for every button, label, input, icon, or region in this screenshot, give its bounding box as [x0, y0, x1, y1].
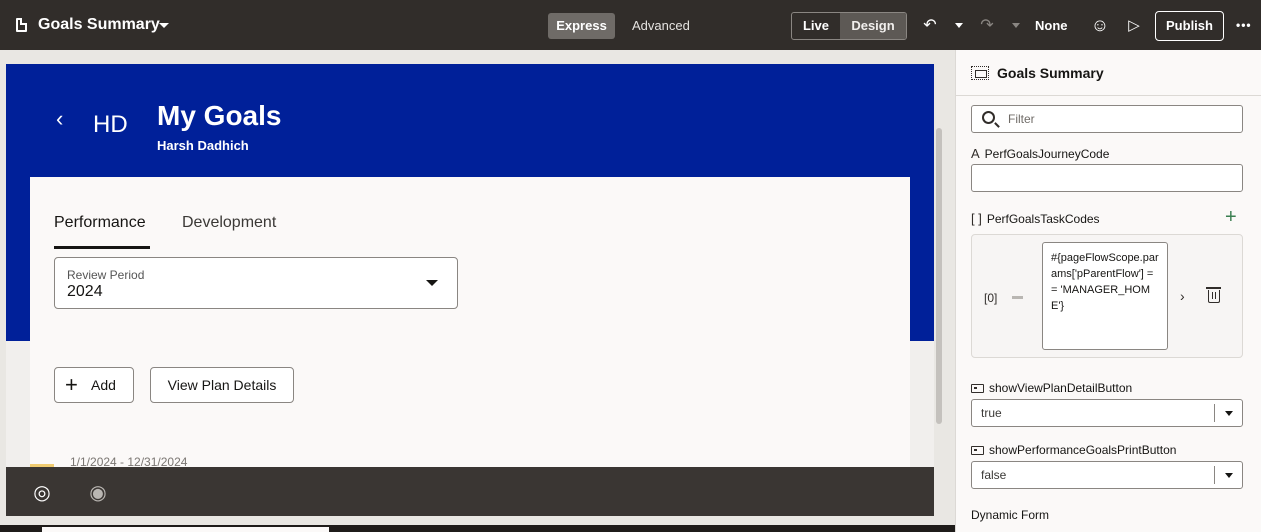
- tab-performance[interactable]: Performance: [54, 214, 146, 232]
- mode-express-button[interactable]: Express: [548, 13, 615, 39]
- mode-advanced-button[interactable]: Advanced: [632, 13, 690, 39]
- undo-menu-icon[interactable]: [955, 23, 963, 28]
- print-prop-label: showPerformanceGoalsPrintButton: [971, 443, 1176, 457]
- title-dropdown-icon[interactable]: [159, 23, 169, 28]
- bottom-toolbar: ◎ ◉: [6, 467, 934, 516]
- scrollbar-thumb[interactable]: [936, 128, 942, 424]
- review-period-value: 2024: [67, 283, 103, 300]
- view-plan-prop-label: showViewPlanDetailButton: [971, 381, 1132, 395]
- more-menu-icon[interactable]: •••: [1236, 18, 1252, 32]
- active-tab-indicator: [54, 246, 150, 249]
- view-mode-toggle: Live Design: [791, 12, 907, 40]
- view-plan-prop-text: showViewPlanDetailButton: [989, 381, 1133, 395]
- array-type-icon: [ ]: [971, 211, 982, 226]
- canvas-scrollbar[interactable]: [934, 64, 944, 516]
- text-type-icon: A: [971, 146, 980, 161]
- avatar: HD: [93, 111, 128, 138]
- journey-code-label-text: PerfGoalsJourneyCode: [984, 146, 1110, 161]
- plus-icon: +: [65, 372, 78, 397]
- expression-value[interactable]: #{pageFlowScope.params['pParentFlow'] ==…: [1042, 242, 1168, 350]
- array-index: [0]: [984, 291, 998, 305]
- print-prop-text: showPerformanceGoalsPrintButton: [989, 443, 1177, 457]
- panel-title: Goals Summary: [997, 65, 1104, 81]
- app-title[interactable]: Goals Summary: [38, 16, 160, 34]
- page-subtitle: Harsh Dadhich: [157, 138, 249, 153]
- divider: [1214, 404, 1215, 422]
- preview-play-icon[interactable]: ▷: [1124, 15, 1144, 35]
- view-plan-select-value: true: [981, 406, 1002, 420]
- goal-target-icon[interactable]: ◎: [31, 481, 53, 504]
- print-select-value: false: [981, 468, 1007, 482]
- button-type-icon: [971, 383, 984, 393]
- search-icon: [982, 111, 995, 124]
- add-button-label: Add: [91, 377, 116, 393]
- bottom-edge-highlight: [42, 527, 329, 532]
- top-bar: Goals Summary Express Advanced Live Desi…: [0, 0, 1261, 50]
- add-item-icon[interactable]: +: [1225, 207, 1237, 227]
- back-icon[interactable]: ‹: [56, 106, 63, 132]
- redo-icon[interactable]: ↷: [977, 15, 997, 35]
- divider: [1214, 466, 1215, 484]
- view-plan-details-button[interactable]: View Plan Details: [150, 367, 294, 403]
- task-codes-label: [ ] PerfGoalsTaskCodes: [971, 211, 1100, 226]
- chevron-down-icon: [1225, 473, 1233, 478]
- design-canvas: ‹ HD My Goals Harsh Dadhich Performance …: [6, 64, 934, 516]
- journey-code-label: A PerfGoalsJourneyCode: [971, 146, 1109, 161]
- chevron-right-icon[interactable]: ›: [1180, 288, 1185, 304]
- page-icon: [16, 18, 27, 32]
- eye-icon[interactable]: ◉: [87, 481, 109, 504]
- review-period-label: Review Period: [67, 268, 145, 282]
- trash-icon[interactable]: [1206, 287, 1221, 303]
- chevron-down-icon: [1225, 411, 1233, 416]
- undo-icon[interactable]: ↶: [920, 15, 940, 35]
- filter-input[interactable]: [1008, 110, 1228, 128]
- filter-field[interactable]: [971, 105, 1243, 133]
- language-selector[interactable]: None: [1035, 18, 1068, 33]
- drag-handle-icon[interactable]: [1012, 296, 1023, 299]
- review-period-select[interactable]: Review Period 2024: [54, 257, 458, 309]
- publish-button[interactable]: Publish: [1155, 11, 1224, 41]
- journey-code-input[interactable]: [971, 164, 1243, 192]
- add-button[interactable]: + Add: [54, 367, 134, 403]
- button-type-icon: [971, 445, 984, 455]
- tab-development[interactable]: Development: [182, 214, 276, 232]
- chevron-down-icon: [426, 280, 438, 286]
- divider: [956, 95, 1261, 96]
- redo-menu-icon[interactable]: [1012, 23, 1020, 28]
- view-plan-select[interactable]: true: [971, 399, 1243, 427]
- dynamic-form-label: Dynamic Form: [971, 508, 1050, 522]
- design-button[interactable]: Design: [840, 13, 906, 39]
- properties-panel: Goals Summary A PerfGoalsJourneyCode [ ]…: [955, 50, 1261, 532]
- page-title: My Goals: [157, 100, 282, 131]
- smile-icon[interactable]: ☺: [1090, 15, 1110, 35]
- live-button[interactable]: Live: [792, 13, 840, 39]
- task-codes-label-text: PerfGoalsTaskCodes: [986, 211, 1100, 226]
- content-card: Performance Development Review Period 20…: [30, 177, 910, 516]
- print-select[interactable]: false: [971, 461, 1243, 489]
- task-codes-array: [0] #{pageFlowScope.params['pParentFlow'…: [971, 234, 1243, 358]
- component-icon: [971, 66, 989, 80]
